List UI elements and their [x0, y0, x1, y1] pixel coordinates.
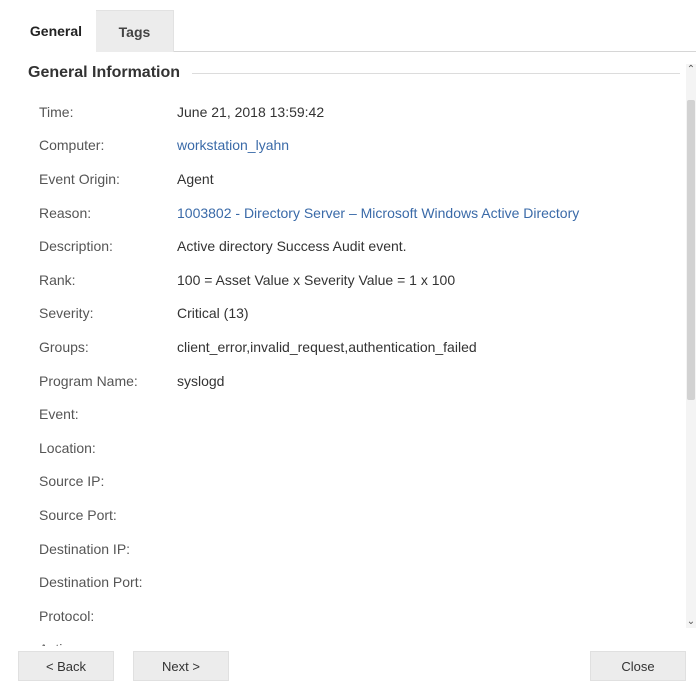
- tab-general[interactable]: General: [16, 10, 96, 52]
- field-value: Critical (13): [177, 305, 249, 322]
- tab-general-label: General: [29, 23, 83, 39]
- field-label: Description:: [39, 238, 113, 255]
- tab-tags-label: Tags: [118, 23, 151, 40]
- field-row: Description: Active directory Success Aud…: [39, 229, 679, 263]
- field-value: client_error,invalid_request,authenticat…: [177, 338, 477, 355]
- field-row: Action:: [39, 633, 679, 646]
- chevron-up-icon[interactable]: ⌃: [686, 64, 696, 76]
- field-value: Active directory Success Audit event.: [177, 238, 407, 255]
- field-row: Source IP:: [39, 465, 679, 499]
- section-title: General Information: [28, 64, 181, 81]
- field-row: Protocol:: [39, 599, 679, 633]
- field-label: Reason:: [39, 204, 92, 221]
- field-label: Action:: [39, 641, 177, 646]
- field-label: Location:: [39, 439, 96, 456]
- tab-bar: General Tags: [0, 0, 696, 52]
- field-label: Source IP:: [39, 473, 105, 490]
- field-value: Agent: [177, 170, 214, 187]
- scrollbar-thumb[interactable]: [687, 100, 695, 400]
- field-row: Source Port:: [39, 498, 679, 532]
- field-row: Location:: [39, 431, 679, 465]
- field-list: Time: June 21, 2018 13:59:42 Computer: work…: [39, 95, 679, 646]
- vertical-scrollbar[interactable]: ⌃ ⌄: [686, 64, 696, 628]
- field-row: Destination Port:: [39, 565, 679, 599]
- section-header: General Information: [28, 64, 680, 82]
- field-row: Program Name: syslogd: [39, 364, 679, 398]
- field-row: Computer: workstation_lyahn: [39, 129, 679, 163]
- field-value-link[interactable]: 1003802 - Directory Server – Microsoft W…: [177, 205, 579, 221]
- field-label: Time:: [39, 103, 74, 120]
- field-label: Destination Port:: [39, 574, 143, 591]
- field-row: Destination IP:: [39, 532, 679, 566]
- field-value: syslogd: [177, 372, 225, 389]
- back-button[interactable]: < Back: [18, 651, 114, 681]
- field-row: Reason: 1003802 - Directory Server – Micr…: [39, 196, 679, 230]
- section-divider: [192, 72, 680, 74]
- field-row: Event:: [39, 397, 679, 431]
- field-row: Groups: client_error,invalid_request,auth…: [39, 330, 679, 364]
- field-row: Rank: 100 = Asset Value x Severity Value …: [39, 263, 679, 297]
- field-row: Time: June 21, 2018 13:59:42: [39, 95, 679, 129]
- field-label: Protocol:: [39, 607, 95, 624]
- field-value: June 21, 2018 13:59:42: [177, 103, 325, 120]
- field-label: Event Origin:: [39, 170, 120, 187]
- field-label: Event:: [39, 406, 79, 423]
- close-button[interactable]: Close: [590, 651, 686, 681]
- chevron-down-icon[interactable]: ⌄: [686, 616, 696, 628]
- field-label: Destination IP:: [39, 540, 131, 557]
- field-value-link[interactable]: workstation_lyahn: [177, 137, 289, 153]
- tab-tags[interactable]: Tags: [96, 10, 174, 52]
- field-row: Event Origin: Agent: [39, 162, 679, 196]
- field-label: Computer:: [39, 137, 105, 154]
- field-label: Rank:: [39, 271, 76, 288]
- field-row: Severity: Critical (13): [39, 297, 679, 331]
- next-button[interactable]: Next >: [133, 651, 229, 681]
- field-label: Groups:: [39, 338, 89, 355]
- general-info-panel: General Information Time: June 21, 2018 1…: [16, 52, 680, 646]
- field-label: Program Name:: [39, 372, 138, 389]
- field-value: 100 = Asset Value x Severity Value = 1 x…: [177, 271, 456, 288]
- field-label: Source Port:: [39, 506, 117, 523]
- field-label: Severity:: [39, 305, 94, 322]
